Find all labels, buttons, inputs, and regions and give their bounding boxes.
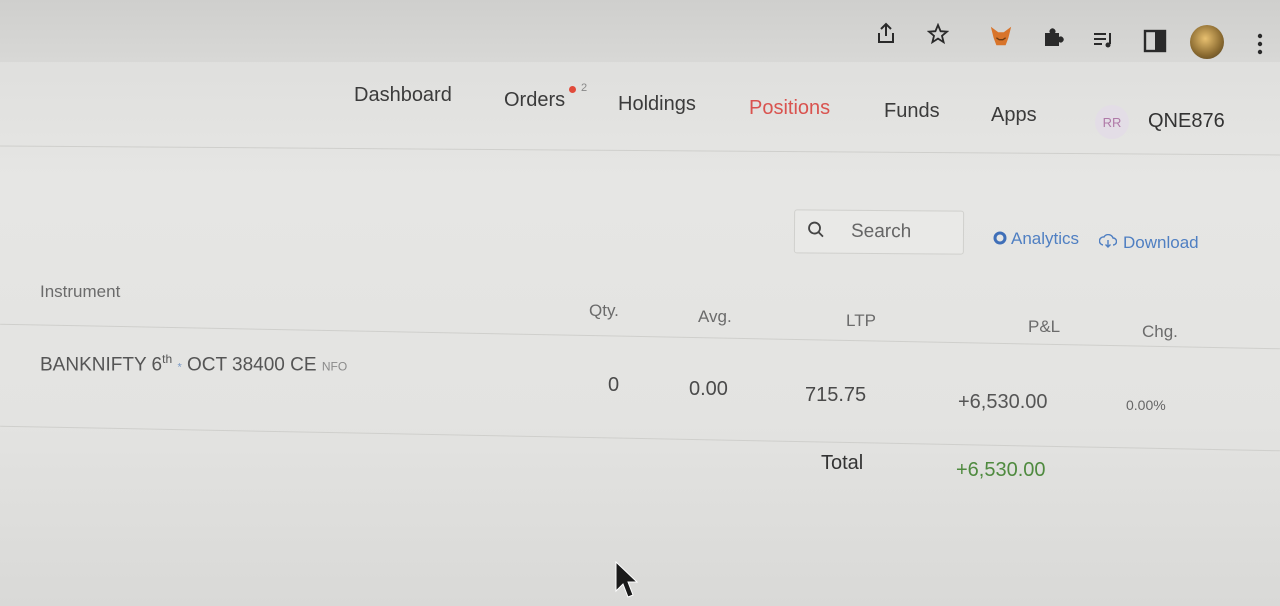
pnl-cell: +6,530.00 (958, 391, 1048, 413)
star-icon[interactable] (926, 22, 950, 46)
user-initials: RR (1102, 114, 1122, 130)
search-input[interactable]: Search (851, 221, 911, 243)
header-pnl[interactable]: P&L (1028, 317, 1060, 337)
instrument-cell[interactable]: BANKNIFTY 6th * OCT 38400 CE NFO (40, 352, 347, 376)
side-panel-icon[interactable] (1143, 29, 1167, 53)
instrument-sup: th (162, 352, 173, 366)
ltp-cell: 715.75 (805, 384, 867, 406)
avg-cell: 0.00 (689, 378, 728, 400)
profile-avatar[interactable] (1190, 25, 1224, 59)
analytics-icon (993, 231, 1007, 250)
chg-cell: 0.00% (1126, 397, 1166, 413)
nav-holdings[interactable]: Holdings (618, 93, 696, 116)
nav-divider (0, 145, 1280, 156)
media-queue-icon[interactable] (1092, 28, 1116, 52)
header-ltp[interactable]: LTP (846, 311, 876, 331)
nav-positions[interactable]: Positions (749, 97, 830, 120)
nav-dashboard[interactable]: Dashboard (354, 84, 452, 107)
header-avg[interactable]: Avg. (698, 307, 732, 327)
header-chg[interactable]: Chg. (1142, 322, 1178, 342)
total-value: +6,530.00 (956, 459, 1046, 481)
weekly-mark: * (177, 361, 182, 374)
nav-apps[interactable]: Apps (991, 104, 1037, 127)
user-avatar[interactable]: RR (1095, 105, 1129, 139)
nav-orders[interactable]: Orders (504, 89, 565, 112)
exchange-tag: NFO (321, 359, 348, 374)
total-label: Total (821, 452, 864, 474)
user-id[interactable]: QNE876 (1148, 110, 1225, 133)
search-icon (807, 220, 825, 243)
page: Dashboard Orders 2 Holdings Positions Fu… (0, 0, 1280, 606)
header-divider (0, 323, 1280, 350)
qty-cell: 0 (608, 374, 620, 396)
orders-badge-dot (569, 86, 576, 93)
instrument-prefix: BANKNIFTY 6 (40, 354, 163, 376)
search-box[interactable]: Search (793, 209, 965, 255)
orders-badge-count: 2 (581, 82, 588, 94)
header-instrument[interactable]: Instrument (40, 282, 120, 302)
download-icon (1098, 233, 1118, 253)
nav-funds[interactable]: Funds (884, 100, 940, 123)
row-divider (0, 425, 1280, 452)
browser-toolbar (0, 0, 1280, 62)
fox-extension-icon[interactable] (989, 24, 1013, 48)
header-qty[interactable]: Qty. (589, 301, 619, 321)
download-link[interactable]: Download (1123, 233, 1199, 253)
puzzle-extension-icon[interactable] (1041, 25, 1065, 49)
more-menu-icon[interactable] (1248, 32, 1272, 56)
share-icon[interactable] (874, 21, 898, 45)
instrument-suffix: OCT 38400 CE (187, 354, 317, 376)
mouse-cursor-icon (615, 560, 639, 606)
analytics-link[interactable]: Analytics (1011, 229, 1079, 249)
